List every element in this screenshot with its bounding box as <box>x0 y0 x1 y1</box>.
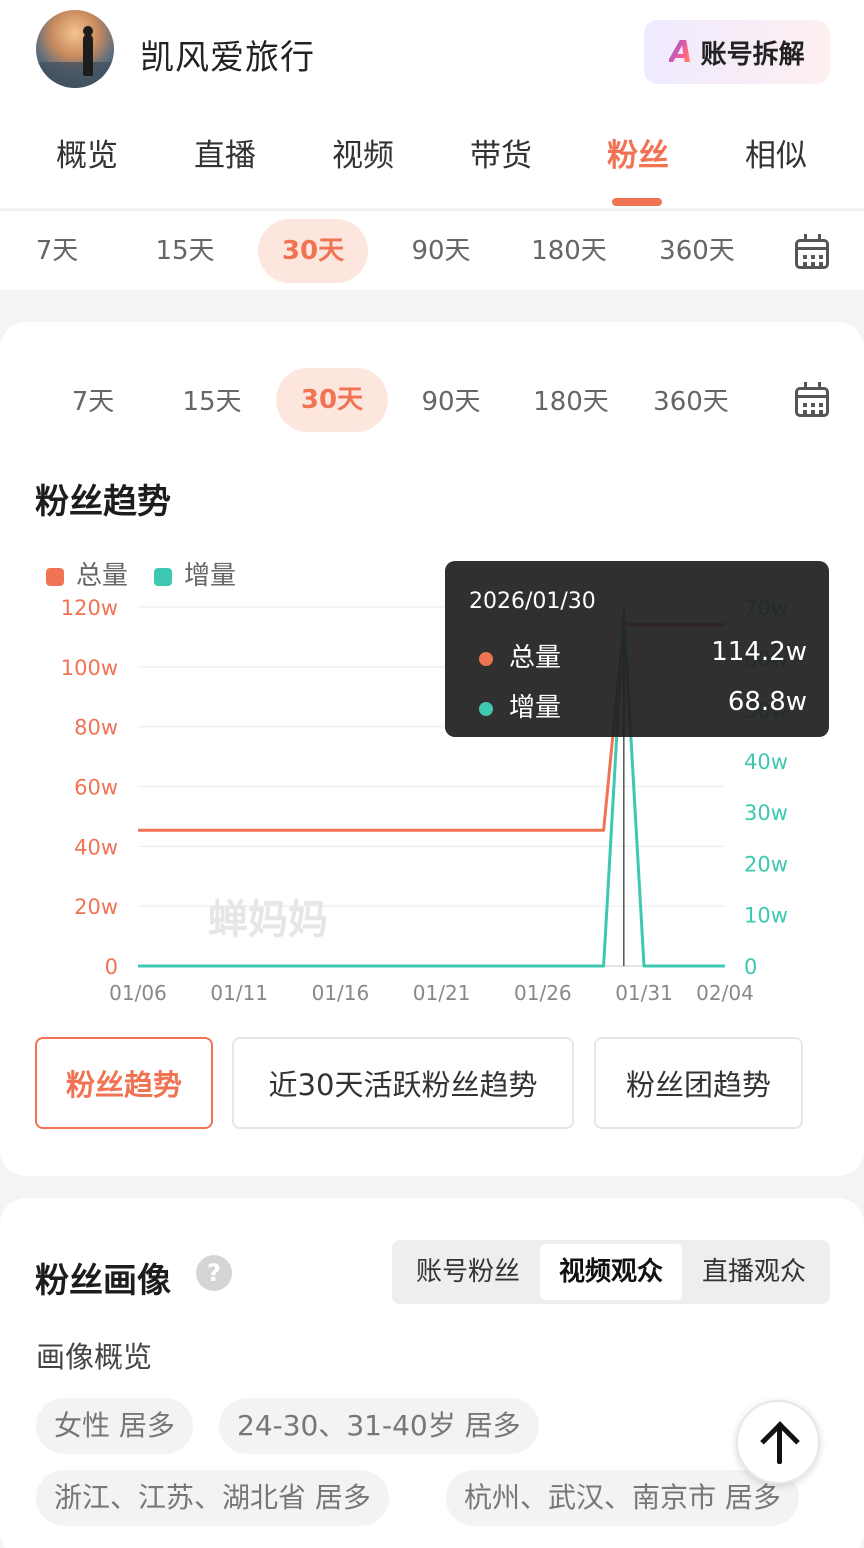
portrait-title: 粉丝画像 <box>35 1261 171 1301</box>
chart-tooltip: 2026/01/30 总量 114.2w 增量 68.8w <box>445 561 829 737</box>
fan-club-trend-button[interactable]: 粉丝团趋势 <box>594 1037 803 1129</box>
fans-trend-title: 粉丝趋势 <box>35 482 171 522</box>
account-header: 凯风爱旅行 A 账号拆解 概览 直播 视频 带货 粉丝 相似 <box>0 0 864 208</box>
left-axis-tick-label: 40w <box>74 835 118 859</box>
card-period-30d[interactable]: 30天 <box>276 368 388 432</box>
card-period-15d[interactable]: 15天 <box>157 382 267 422</box>
card-period-360d[interactable]: 360天 <box>636 382 746 422</box>
x-axis-tick-label: 02/04 <box>696 981 754 1005</box>
card-period-180d[interactable]: 180天 <box>516 382 626 422</box>
top-period-15d[interactable]: 15天 <box>130 231 240 271</box>
segment-video-audience[interactable]: 视频观众 <box>540 1244 682 1300</box>
right-axis-tick-label: 10w <box>744 904 788 928</box>
avatar[interactable] <box>36 10 114 88</box>
top-period-7d[interactable]: 7天 <box>2 231 112 271</box>
portrait-tag: 24-30、31-40岁 居多 <box>219 1398 539 1454</box>
tooltip-increment-value: 68.8w <box>727 687 807 717</box>
card-period-7d[interactable]: 7天 <box>38 382 148 422</box>
x-axis-tick-label: 01/26 <box>514 981 572 1005</box>
x-axis-tick-label: 01/21 <box>413 981 471 1005</box>
active-fans-trend-button[interactable]: 近30天活跃粉丝趋势 <box>232 1037 574 1129</box>
top-period-30d[interactable]: 30天 <box>258 219 368 283</box>
tab-live[interactable]: 直播 <box>170 130 280 175</box>
right-axis-tick-label: 40w <box>744 750 788 774</box>
tab-commerce[interactable]: 带货 <box>446 130 556 175</box>
left-axis-tick-label: 100w <box>61 656 118 680</box>
portrait-tag: 杭州、武汉、南京市 居多 <box>446 1470 799 1526</box>
top-period-90d[interactable]: 90天 <box>386 231 496 271</box>
x-axis-tick-label: 01/06 <box>109 981 167 1005</box>
left-axis-tick-label: 20w <box>74 895 118 919</box>
fans-trend-button[interactable]: 粉丝趋势 <box>35 1037 213 1129</box>
account-decompose-button[interactable]: A 账号拆解 <box>644 20 830 84</box>
tab-fans[interactable]: 粉丝 <box>583 130 693 175</box>
segment-live-audience[interactable]: 直播观众 <box>682 1244 826 1300</box>
left-axis-tick-label: 120w <box>61 596 118 620</box>
right-axis-tick-label: 20w <box>744 852 788 876</box>
tab-similar[interactable]: 相似 <box>721 130 831 175</box>
portrait-tag: 浙江、江苏、湖北省 居多 <box>36 1470 389 1526</box>
left-axis-tick-label: 60w <box>74 776 118 800</box>
right-axis-tick-label: 0 <box>744 955 757 979</box>
help-icon[interactable]: ? <box>196 1255 232 1291</box>
x-axis-tick-label: 01/16 <box>312 981 370 1005</box>
tooltip-date: 2026/01/30 <box>469 589 596 614</box>
left-axis-tick-label: 80w <box>74 716 118 740</box>
x-axis-tick-label: 01/11 <box>210 981 268 1005</box>
tab-overview[interactable]: 概览 <box>32 130 142 175</box>
left-axis-tick-label: 0 <box>105 955 118 979</box>
account-name: 凯风爱旅行 <box>140 38 315 78</box>
calendar-icon[interactable] <box>795 234 829 269</box>
ai-logo-icon: A <box>669 34 693 70</box>
tab-video[interactable]: 视频 <box>308 130 418 175</box>
back-to-top-button[interactable] <box>736 1400 820 1484</box>
top-period-180d[interactable]: 180天 <box>514 231 624 271</box>
account-decompose-label: 账号拆解 <box>700 39 805 70</box>
portrait-tag: 女性 居多 <box>36 1398 193 1454</box>
portrait-overview-label: 画像概览 <box>36 1340 153 1374</box>
top-period-selector: 7天 15天 30天 90天 180天 360天 <box>0 210 864 290</box>
x-axis-tick-label: 01/31 <box>615 981 673 1005</box>
main-tab-bar: 概览 直播 视频 带货 粉丝 相似 <box>0 130 864 180</box>
audience-segment-control: 账号粉丝 视频观众 直播观众 <box>392 1240 830 1304</box>
card-calendar-icon[interactable] <box>795 382 829 417</box>
watermark: 蝉妈妈 <box>208 897 328 943</box>
tooltip-total-value: 114.2w <box>711 637 807 667</box>
right-axis-tick-label: 30w <box>744 801 788 825</box>
active-tab-indicator <box>612 198 662 206</box>
tooltip-row-total: 总量 114.2w <box>479 637 807 674</box>
segment-account-fans[interactable]: 账号粉丝 <box>396 1244 540 1300</box>
tooltip-row-increment: 增量 68.8w <box>479 687 807 724</box>
top-period-360d[interactable]: 360天 <box>642 231 752 271</box>
card-period-90d[interactable]: 90天 <box>396 382 506 422</box>
